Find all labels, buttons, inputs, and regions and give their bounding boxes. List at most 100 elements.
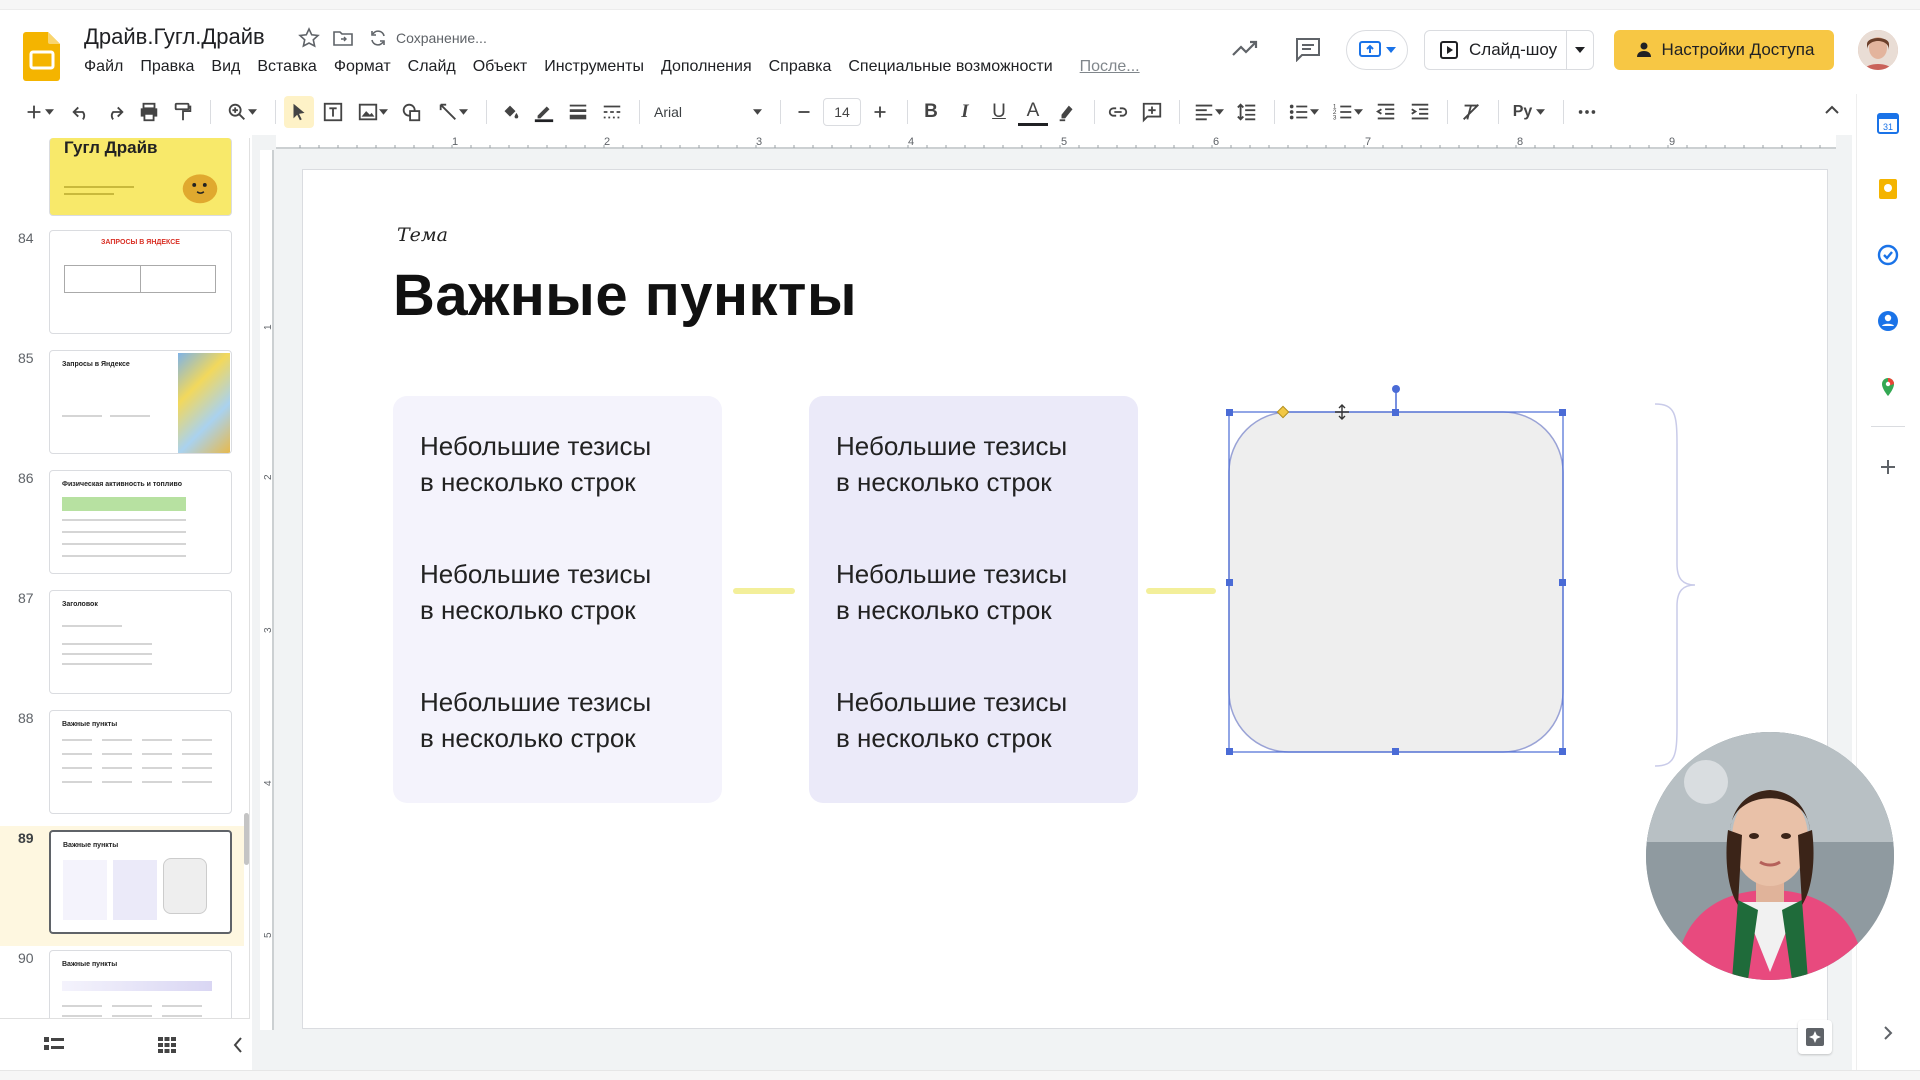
thesis-card-1[interactable]: Небольшие тезисы в несколько строк Небол…	[393, 396, 722, 803]
tasks-icon[interactable]	[1877, 244, 1899, 266]
expand-panel-icon[interactable]	[1877, 1022, 1899, 1044]
slides-logo-icon[interactable]	[22, 30, 62, 82]
align-button[interactable]	[1188, 96, 1228, 128]
thumbnail-title: Запросы в Яндексе	[62, 361, 130, 368]
add-addon-icon[interactable]	[1877, 456, 1899, 478]
underline-button[interactable]: U	[984, 96, 1014, 128]
shape-icon[interactable]	[396, 96, 426, 128]
star-icon[interactable]	[297, 26, 321, 50]
sync-icon	[368, 28, 388, 48]
slide-thumbnail-89[interactable]: Важные пункты	[49, 830, 232, 934]
slide-thumbnail-86[interactable]: Физическая активность и топливо	[49, 470, 232, 574]
bold-button[interactable]: B	[916, 96, 946, 128]
rotate-handle[interactable]	[1392, 385, 1400, 393]
new-slide-button[interactable]	[14, 96, 62, 128]
curly-brace-shape[interactable]	[1655, 400, 1715, 770]
svg-text:8: 8	[1517, 136, 1523, 148]
menu-addons[interactable]: Дополнения	[661, 58, 752, 80]
zoom-button[interactable]	[219, 96, 263, 128]
slide-topic[interactable]: Тема	[397, 224, 448, 246]
clear-formatting-icon[interactable]	[1456, 96, 1486, 128]
slide-thumbnail-88[interactable]: Важные пункты	[49, 710, 232, 814]
thesis-text[interactable]: Небольшие тезисы в несколько строк	[836, 556, 1126, 628]
menu-slide[interactable]: Слайд	[408, 58, 456, 80]
connector-arrow-1[interactable]	[733, 588, 795, 594]
increase-font-size-icon[interactable]	[865, 96, 895, 128]
menu-file[interactable]: Файл	[84, 58, 123, 80]
print-icon[interactable]	[134, 96, 164, 128]
user-avatar[interactable]	[1858, 30, 1898, 70]
comments-icon[interactable]	[1294, 36, 1322, 62]
hide-filmstrip-icon[interactable]	[232, 1035, 244, 1055]
line-spacing-icon[interactable]	[1232, 96, 1262, 128]
slide-thumbnail-90[interactable]: Важные пункты	[49, 950, 232, 1018]
textbox-icon[interactable]	[318, 96, 348, 128]
text-color-button[interactable]: A	[1018, 98, 1048, 126]
collapse-toolbar-icon[interactable]	[1822, 100, 1842, 120]
keep-icon[interactable]	[1877, 178, 1899, 200]
thesis-card-2[interactable]: Небольшие тезисы в несколько строк Небол…	[809, 396, 1138, 803]
menu-help[interactable]: Справка	[769, 58, 832, 80]
slide-thumbnail-87[interactable]: Заголовок	[49, 590, 232, 694]
select-cursor-icon[interactable]	[284, 96, 314, 128]
slide-thumbnail-85[interactable]: Запросы в Яндексе	[49, 350, 232, 454]
menu-accessibility[interactable]: Специальные возможности	[848, 58, 1052, 80]
document-title[interactable]: Драйв.Гугл.Драйв	[84, 24, 265, 50]
slide-canvas[interactable]: Тема Важные пункты Небольшие тезисы в не…	[303, 170, 1827, 1028]
explore-button[interactable]	[1798, 1020, 1832, 1054]
redo-icon[interactable]	[100, 96, 130, 128]
menu-insert[interactable]: Вставка	[257, 58, 316, 80]
filmstrip-view-icon[interactable]	[44, 1037, 64, 1053]
highlight-icon[interactable]	[1052, 96, 1082, 128]
filmstrip-scrollbar[interactable]	[244, 813, 249, 865]
more-options-icon[interactable]	[1572, 96, 1602, 128]
maps-icon[interactable]	[1877, 376, 1899, 398]
last-edit-link[interactable]: После...	[1080, 58, 1140, 80]
decrease-font-size-icon[interactable]	[789, 96, 819, 128]
input-tools-button[interactable]: Ру	[1507, 96, 1551, 128]
menu-format[interactable]: Формат	[334, 58, 391, 80]
thesis-text[interactable]: Небольшие тезисы в несколько строк	[836, 428, 1126, 500]
slideshow-dropdown[interactable]	[1567, 47, 1593, 53]
fill-color-icon[interactable]	[495, 96, 525, 128]
font-size-input[interactable]: 14	[823, 98, 861, 126]
font-family-select[interactable]: Arial	[648, 96, 768, 128]
border-dash-icon[interactable]	[597, 96, 627, 128]
menu-object[interactable]: Объект	[473, 58, 527, 80]
border-weight-icon[interactable]	[563, 96, 593, 128]
selected-rounded-rectangle[interactable]	[1226, 381, 1566, 801]
grid-view-icon[interactable]	[158, 1037, 176, 1053]
bulleted-list-button[interactable]	[1283, 96, 1323, 128]
add-comment-icon[interactable]	[1137, 96, 1167, 128]
undo-icon[interactable]	[66, 96, 96, 128]
activity-trend-icon[interactable]	[1230, 36, 1260, 60]
connector-arrow-2[interactable]	[1146, 588, 1216, 594]
increase-indent-icon[interactable]	[1405, 96, 1435, 128]
italic-button[interactable]: I	[950, 96, 980, 128]
menu-tools[interactable]: Инструменты	[544, 58, 644, 80]
calendar-icon[interactable]: 31	[1877, 112, 1899, 134]
horizontal-ruler[interactable]: 1 2 3 4 5 6 7 8 9	[276, 135, 1836, 149]
present-to-meeting-button[interactable]	[1346, 30, 1408, 70]
slide-title[interactable]: Важные пункты	[393, 262, 857, 329]
thesis-text[interactable]: Небольшие тезисы в несколько строк	[420, 428, 710, 500]
line-tool-button[interactable]	[430, 96, 474, 128]
menu-edit[interactable]: Правка	[140, 58, 194, 80]
border-color-icon[interactable]	[529, 96, 559, 128]
slide-thumbnail-prev[interactable]: Гугл Драйв	[49, 138, 232, 216]
share-button[interactable]: Настройки Доступа	[1614, 30, 1834, 70]
link-icon[interactable]	[1103, 96, 1133, 128]
thesis-text[interactable]: Небольшие тезисы в несколько строк	[836, 684, 1126, 756]
insert-image-button[interactable]	[352, 96, 392, 128]
paint-format-icon[interactable]	[168, 96, 198, 128]
thesis-text[interactable]: Небольшие тезисы в несколько строк	[420, 684, 710, 756]
thesis-text[interactable]: Небольшие тезисы в несколько строк	[420, 556, 710, 628]
numbered-list-button[interactable]: 123	[1327, 96, 1367, 128]
decrease-indent-icon[interactable]	[1371, 96, 1401, 128]
contacts-icon[interactable]	[1877, 310, 1899, 332]
slideshow-button[interactable]: Слайд-шоу	[1425, 31, 1567, 69]
move-folder-icon[interactable]	[332, 28, 354, 48]
vertical-ruler[interactable]: 1 2 3 4 5	[260, 150, 274, 1030]
menu-view[interactable]: Вид	[211, 58, 240, 80]
slide-thumbnail-84[interactable]: ЗАПРОСЫ В ЯНДЕКСЕ	[49, 230, 232, 334]
